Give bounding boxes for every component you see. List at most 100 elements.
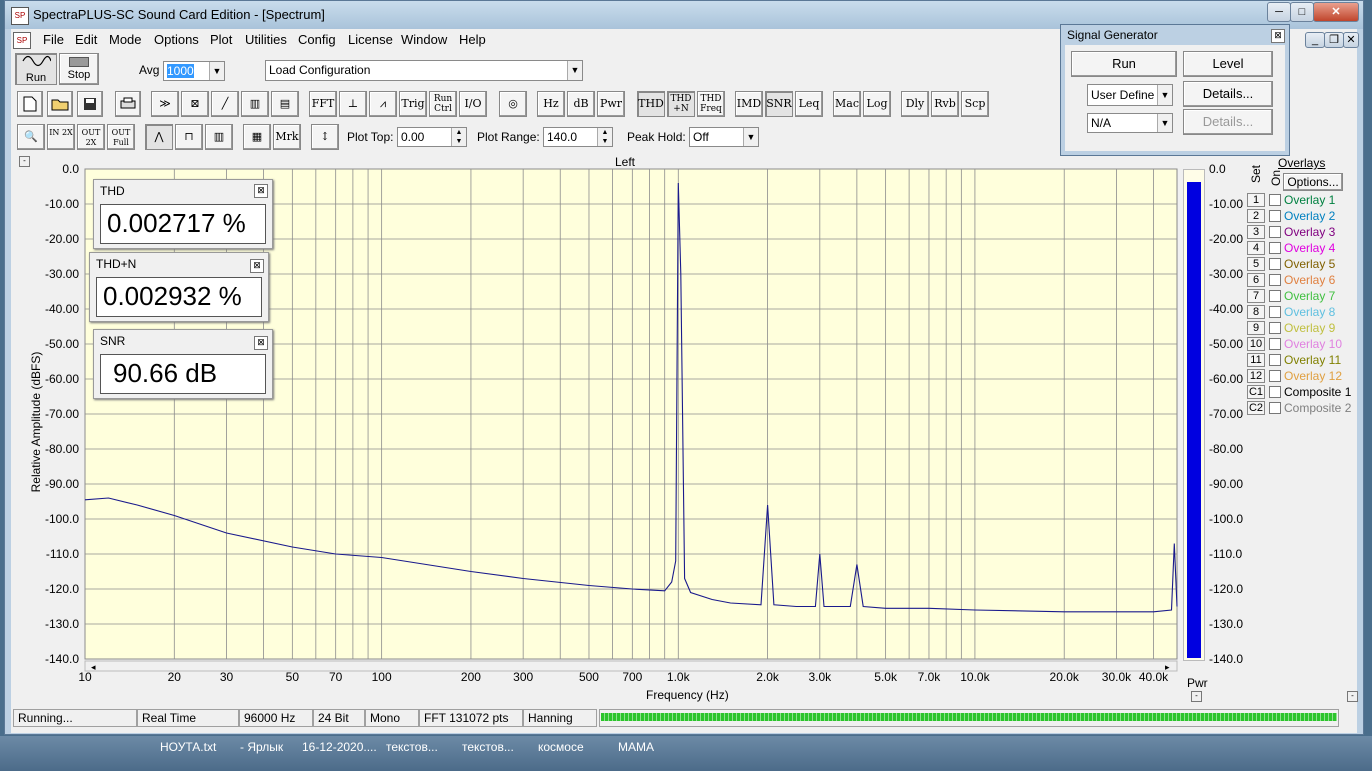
open-button[interactable] bbox=[47, 91, 73, 117]
siggen-details-button[interactable]: Details... bbox=[1183, 81, 1273, 107]
overlay-checkbox[interactable] bbox=[1269, 194, 1281, 206]
peak-hold-select[interactable]: Off ▼ bbox=[689, 127, 759, 147]
overlay-set-button[interactable]: 9 bbox=[1247, 321, 1265, 335]
zoom-out-full-button[interactable]: OUT Full bbox=[107, 124, 135, 150]
taskbar-item[interactable]: 16-12-2020.... bbox=[302, 740, 377, 754]
overlay-set-button[interactable]: 6 bbox=[1247, 273, 1265, 287]
mdi-close-button[interactable]: ✕ bbox=[1343, 32, 1359, 48]
new-button[interactable] bbox=[17, 91, 43, 117]
menu-license[interactable]: License bbox=[348, 32, 393, 47]
chevron-down-icon[interactable]: ▼ bbox=[1157, 114, 1172, 132]
overlay-checkbox[interactable] bbox=[1269, 354, 1281, 366]
taskbar-item[interactable]: НОУТА.txt bbox=[160, 740, 216, 754]
print-button[interactable] bbox=[115, 91, 141, 117]
spectrogram-button[interactable]: ▥ bbox=[241, 91, 269, 117]
zoom-out-2x-button[interactable]: OUT 2X bbox=[77, 124, 105, 150]
overlay-checkbox[interactable] bbox=[1269, 226, 1281, 238]
configuration-select[interactable]: Load Configuration ▼ bbox=[265, 60, 583, 81]
snr-button[interactable]: SNR bbox=[765, 91, 793, 117]
overlay-options-button[interactable]: Options... bbox=[1283, 173, 1343, 191]
collapse-icon[interactable]: - bbox=[1347, 691, 1358, 702]
chevron-down-icon[interactable]: ▼ bbox=[567, 61, 582, 80]
overlay-checkbox[interactable] bbox=[1269, 258, 1281, 270]
pwr-button[interactable]: Pwr bbox=[597, 91, 625, 117]
chevron-down-icon[interactable]: ▼ bbox=[1157, 85, 1172, 105]
dly-button[interactable]: Dly bbox=[901, 91, 929, 117]
menu-help[interactable]: Help bbox=[459, 32, 486, 47]
siggen-run-button[interactable]: Run bbox=[1071, 51, 1177, 77]
menu-file[interactable]: File bbox=[43, 32, 64, 47]
avg-select[interactable]: 1000 ▼ bbox=[163, 61, 225, 81]
db-button[interactable]: dB bbox=[567, 91, 595, 117]
spinner-icon[interactable]: ▲ ▼ bbox=[451, 128, 466, 146]
run-ctrl-button[interactable]: Run Ctrl bbox=[429, 91, 457, 117]
close-icon[interactable]: ⊠ bbox=[250, 259, 264, 273]
siggen-level-button[interactable]: Level bbox=[1183, 51, 1273, 77]
menu-options[interactable]: Options bbox=[154, 32, 199, 47]
menu-config[interactable]: Config bbox=[298, 32, 336, 47]
overlay-checkbox[interactable] bbox=[1269, 322, 1281, 334]
overlay-set-button[interactable]: 4 bbox=[1247, 241, 1265, 255]
weighting-button[interactable]: ⩘ bbox=[369, 91, 397, 117]
octave-button[interactable]: ⊥ bbox=[339, 91, 367, 117]
overlay-set-button[interactable]: 3 bbox=[1247, 225, 1265, 239]
taskbar-item[interactable]: текстов... bbox=[386, 740, 438, 754]
maximize-button[interactable]: □ bbox=[1290, 2, 1314, 22]
marker-button[interactable]: Mrk bbox=[273, 124, 301, 150]
overlay-set-button[interactable]: 8 bbox=[1247, 305, 1265, 319]
close-button[interactable]: ✕ bbox=[1313, 2, 1359, 22]
zoom-button[interactable]: 🔍 bbox=[17, 124, 45, 150]
stop-button[interactable]: Stop bbox=[59, 53, 99, 85]
trig-button[interactable]: Trig bbox=[399, 91, 427, 117]
close-icon[interactable]: ⊠ bbox=[254, 184, 268, 198]
scp-button[interactable]: Scp bbox=[961, 91, 989, 117]
line-plot-button[interactable]: ⋀ bbox=[145, 124, 173, 150]
mdi-restore-button[interactable]: ❐ bbox=[1324, 32, 1344, 48]
overlay-checkbox[interactable] bbox=[1269, 370, 1281, 382]
leq-button[interactable]: Leq bbox=[795, 91, 823, 117]
overlay-checkbox[interactable] bbox=[1269, 290, 1281, 302]
menu-utilities[interactable]: Utilities bbox=[245, 32, 287, 47]
overlay-checkbox[interactable] bbox=[1269, 306, 1281, 318]
thdn-button[interactable]: THD +N bbox=[667, 91, 695, 117]
close-icon[interactable]: ⊠ bbox=[254, 336, 268, 350]
run-button[interactable]: Run bbox=[15, 53, 57, 85]
rvb-button[interactable]: Rvb bbox=[931, 91, 959, 117]
thdn-readout-panel[interactable]: THD+N ⊠ 0.002932 % bbox=[89, 252, 269, 322]
slope-view-button[interactable]: ╱ bbox=[211, 91, 239, 117]
save-button[interactable] bbox=[77, 91, 103, 117]
collapse-icon[interactable]: - bbox=[1191, 691, 1202, 702]
imd-button[interactable]: IMD bbox=[735, 91, 763, 117]
overlay-checkbox[interactable] bbox=[1269, 242, 1281, 254]
taskbar-item[interactable]: - Ярлык bbox=[240, 740, 283, 754]
io-button[interactable]: I/O bbox=[459, 91, 487, 117]
chevron-down-icon[interactable]: ▼ bbox=[743, 128, 758, 146]
overlay-set-button[interactable]: 2 bbox=[1247, 209, 1265, 223]
overlay-checkbox[interactable] bbox=[1269, 338, 1281, 350]
overlay-checkbox[interactable] bbox=[1269, 402, 1281, 414]
minimize-button[interactable]: ─ bbox=[1267, 2, 1291, 22]
overlay-set-button[interactable]: 10 bbox=[1247, 337, 1265, 351]
fast-forward-button[interactable]: ≫ bbox=[151, 91, 179, 117]
spectraplus-icon[interactable]: SP bbox=[11, 7, 29, 25]
siggen-sub-select[interactable]: N/A ▼ bbox=[1087, 113, 1173, 133]
thd-readout-panel[interactable]: THD ⊠ 0.002717 % bbox=[93, 179, 273, 249]
log-button[interactable]: Log bbox=[863, 91, 891, 117]
overlay-checkbox[interactable] bbox=[1269, 210, 1281, 222]
overlay-set-button[interactable]: C2 bbox=[1247, 401, 1265, 415]
overlay-set-button[interactable]: 7 bbox=[1247, 289, 1265, 303]
overlay-set-button[interactable]: 11 bbox=[1247, 353, 1265, 367]
spinner-icon[interactable]: ▲ ▼ bbox=[597, 128, 612, 146]
chevron-down-icon[interactable]: ▼ bbox=[209, 62, 224, 80]
menu-plot[interactable]: Plot bbox=[210, 32, 232, 47]
mac-button[interactable]: Mac bbox=[833, 91, 861, 117]
taskbar-item[interactable]: текстов... bbox=[462, 740, 514, 754]
menu-edit[interactable]: Edit bbox=[75, 32, 97, 47]
mdi-minimize-button[interactable]: _ bbox=[1305, 32, 1325, 48]
snr-readout-panel[interactable]: SNR ⊠ 90.66 dB bbox=[93, 329, 273, 399]
thd-button[interactable]: THD bbox=[637, 91, 665, 117]
mdi-child-icon[interactable]: SP bbox=[13, 32, 31, 49]
signal-generator-button[interactable]: ◎ bbox=[499, 91, 527, 117]
step-plot-button[interactable]: ⊓ bbox=[175, 124, 203, 150]
menu-window[interactable]: Window bbox=[401, 32, 447, 47]
